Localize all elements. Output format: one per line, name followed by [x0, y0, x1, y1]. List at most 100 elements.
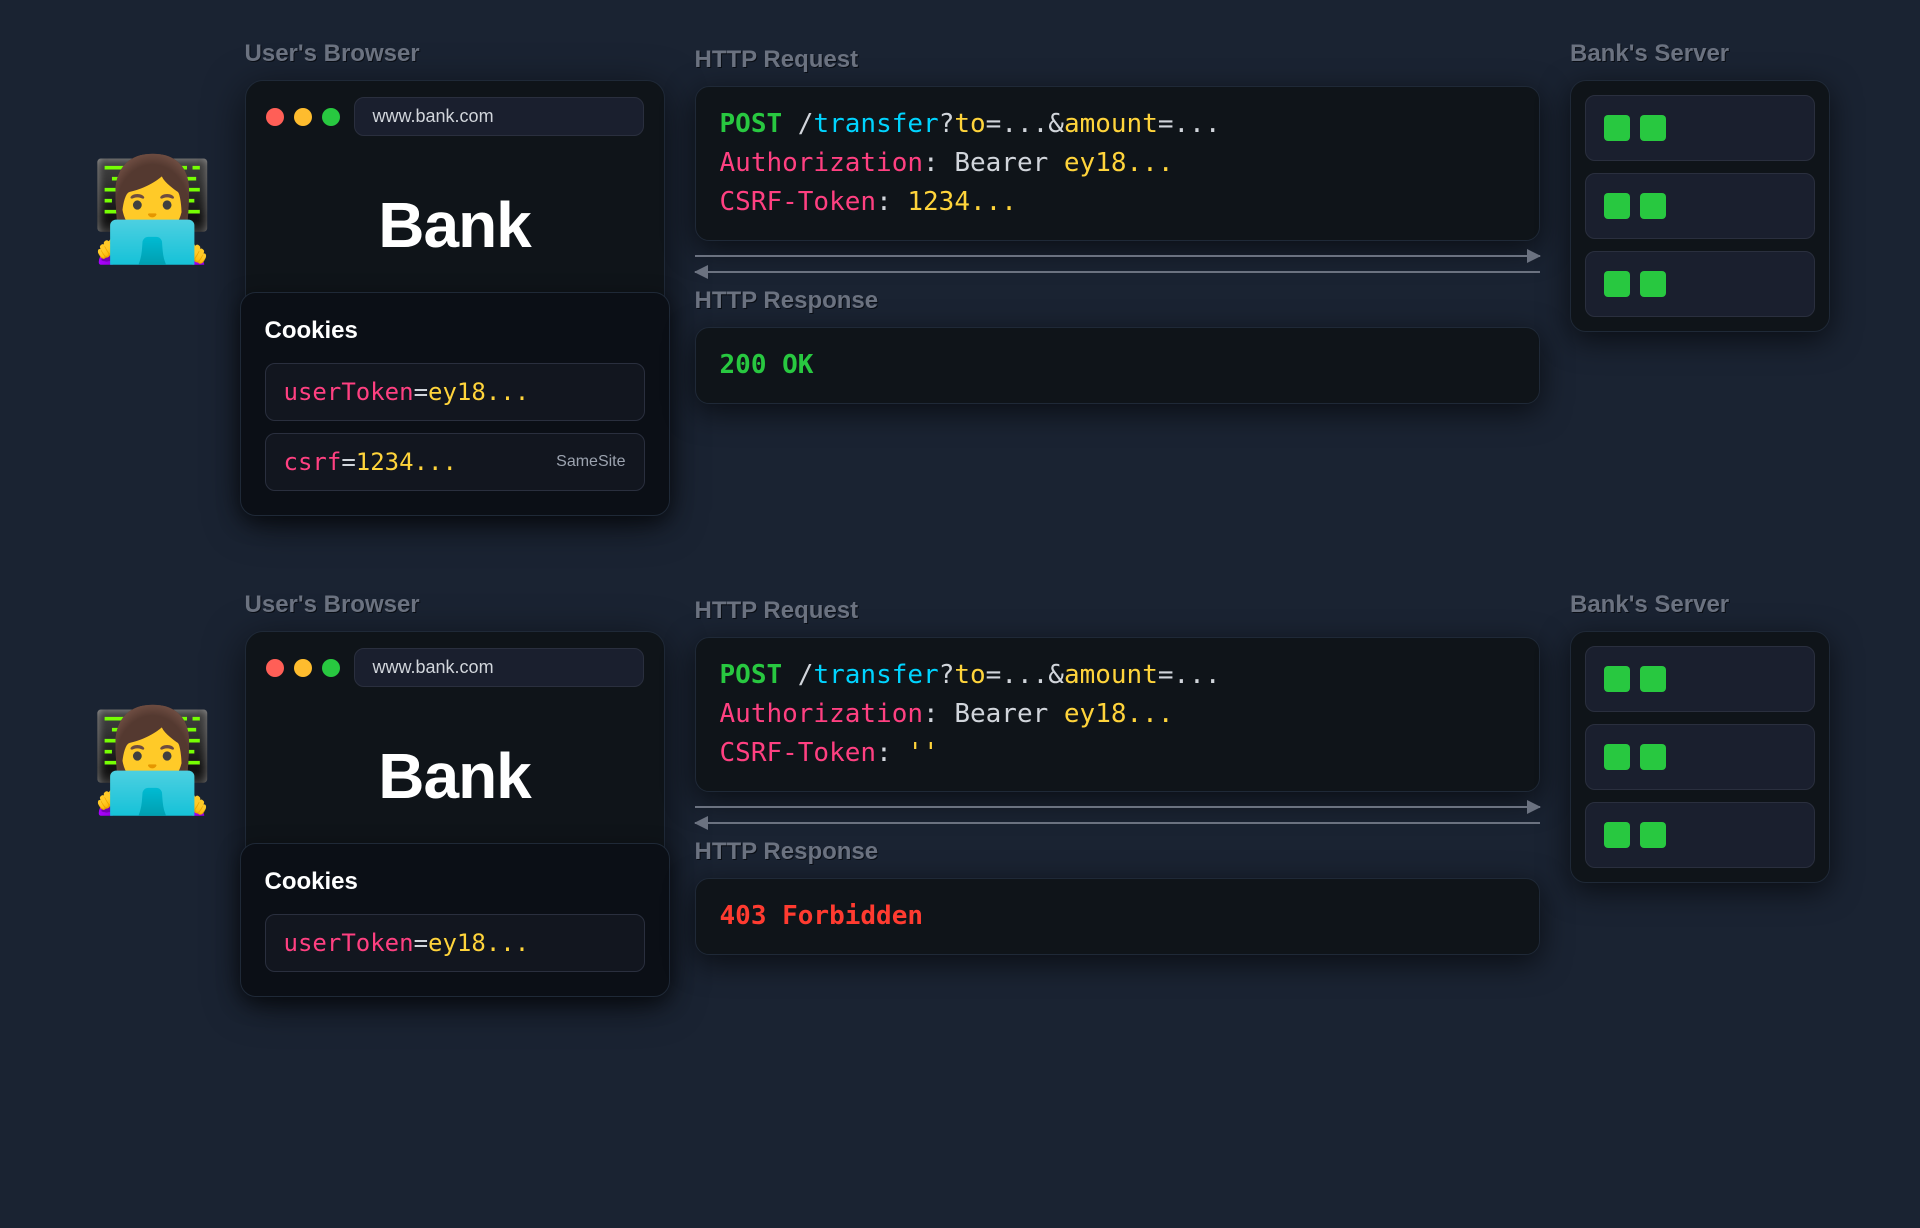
http-method: POST [720, 660, 783, 690]
server-label: Bank's Server [1570, 40, 1830, 68]
cookie-row: userToken=ey18... [265, 914, 645, 972]
led-icon [1640, 193, 1666, 219]
server-rack [1570, 631, 1830, 883]
led-icon [1604, 822, 1630, 848]
traffic-lights [266, 659, 340, 677]
request-line: POST /transfer?to=...&amount=... [720, 105, 1515, 144]
browser-titlebar: www.bank.com [246, 632, 664, 703]
maximize-icon[interactable] [322, 108, 340, 126]
server-unit [1585, 724, 1815, 790]
server-rack [1570, 80, 1830, 332]
browser-column: User's Browser www.bank.com Bank Cookies… [245, 591, 665, 992]
request-header-line: CSRF-Token: 1234... [720, 183, 1515, 222]
site-logo: Bank [246, 152, 664, 292]
arrow-right-icon [695, 806, 1540, 808]
http-column: HTTP Request POST /transfer?to=...&amoun… [695, 591, 1540, 955]
user-technologist-icon: 👩‍💻 [90, 160, 215, 260]
server-label: Bank's Server [1570, 591, 1830, 619]
user-column: 👩‍💻 [90, 40, 215, 260]
request-header-line: Authorization: Bearer ey18... [720, 144, 1515, 183]
request-line: POST /transfer?to=...&amount=... [720, 656, 1515, 695]
header-value: '' [907, 738, 938, 768]
http-column: HTTP Request POST /transfer?to=...&amoun… [695, 40, 1540, 404]
led-icon [1640, 822, 1666, 848]
led-icon [1640, 271, 1666, 297]
minimize-icon[interactable] [294, 659, 312, 677]
browser-label: User's Browser [245, 591, 665, 619]
cookies-heading: Cookies [265, 868, 645, 896]
header-prefix: Bearer [954, 148, 1064, 178]
status-text: OK [782, 350, 813, 380]
led-icon [1604, 115, 1630, 141]
led-icon [1640, 744, 1666, 770]
browser-window: www.bank.com Bank Cookies userToken=ey18… [245, 80, 665, 511]
url-bar[interactable]: www.bank.com [354, 648, 644, 687]
http-method: POST [720, 109, 783, 139]
cookie-value: 1234... [356, 448, 457, 476]
server-unit [1585, 646, 1815, 712]
cookies-panel: Cookies userToken=ey18... [240, 843, 670, 997]
server-unit [1585, 95, 1815, 161]
header-name: CSRF-Token [720, 187, 877, 217]
http-endpoint: transfer [813, 109, 938, 139]
cookie-value: ey18... [428, 378, 529, 406]
http-request-box: POST /transfer?to=...&amount=... Authori… [695, 86, 1540, 241]
site-logo: Bank [246, 703, 664, 843]
led-icon [1640, 115, 1666, 141]
close-icon[interactable] [266, 108, 284, 126]
arrow-left-icon [695, 822, 1540, 824]
http-path: / [798, 660, 814, 690]
http-path: / [798, 109, 814, 139]
header-value: 1234... [907, 187, 1017, 217]
http-response-box: 200 OK [695, 327, 1540, 404]
query-key: to [954, 109, 985, 139]
led-icon [1604, 193, 1630, 219]
browser-column: User's Browser www.bank.com Bank Cookies… [245, 40, 665, 511]
header-prefix: Bearer [954, 699, 1064, 729]
browser-window: www.bank.com Bank Cookies userToken=ey18… [245, 631, 665, 992]
cookie-value: ey18... [428, 929, 529, 957]
csrf-scene-success: 👩‍💻 User's Browser www.bank.com Bank Coo… [90, 40, 1830, 511]
query-value: ... [1001, 109, 1048, 139]
led-icon [1604, 666, 1630, 692]
header-name: Authorization [720, 148, 924, 178]
header-name: Authorization [720, 699, 924, 729]
arrow-right-icon [695, 255, 1540, 257]
led-icon [1640, 666, 1666, 692]
cookies-heading: Cookies [265, 317, 645, 345]
query-key: amount [1064, 109, 1158, 139]
browser-titlebar: www.bank.com [246, 81, 664, 152]
server-column: Bank's Server [1570, 591, 1830, 883]
cookie-key: userToken [284, 929, 414, 957]
url-bar[interactable]: www.bank.com [354, 97, 644, 136]
close-icon[interactable] [266, 659, 284, 677]
user-technologist-icon: 👩‍💻 [90, 711, 215, 811]
http-response-box: 403 Forbidden [695, 878, 1540, 955]
traffic-lights [266, 108, 340, 126]
server-unit [1585, 802, 1815, 868]
http-request-box: POST /transfer?to=...&amount=... Authori… [695, 637, 1540, 792]
cookie-key: userToken [284, 378, 414, 406]
query-key: amount [1064, 660, 1158, 690]
server-unit [1585, 251, 1815, 317]
query-value: ... [1174, 109, 1221, 139]
server-unit [1585, 173, 1815, 239]
request-header-line: CSRF-Token: '' [720, 734, 1515, 773]
maximize-icon[interactable] [322, 659, 340, 677]
csrf-scene-forbidden: 👩‍💻 User's Browser www.bank.com Bank Coo… [90, 591, 1830, 992]
status-code: 200 [720, 350, 767, 380]
query-key: to [954, 660, 985, 690]
cookie-key: csrf [284, 448, 342, 476]
browser-label: User's Browser [245, 40, 665, 68]
header-name: CSRF-Token [720, 738, 877, 768]
status-code: 403 [720, 901, 767, 931]
server-column: Bank's Server [1570, 40, 1830, 332]
http-request-label: HTTP Request [695, 46, 1540, 74]
http-endpoint: transfer [813, 660, 938, 690]
led-icon [1604, 744, 1630, 770]
cookies-panel: Cookies userToken=ey18... csrf=1234... S… [240, 292, 670, 516]
user-column: 👩‍💻 [90, 591, 215, 811]
minimize-icon[interactable] [294, 108, 312, 126]
led-icon [1604, 271, 1630, 297]
header-value: ey18... [1064, 148, 1174, 178]
